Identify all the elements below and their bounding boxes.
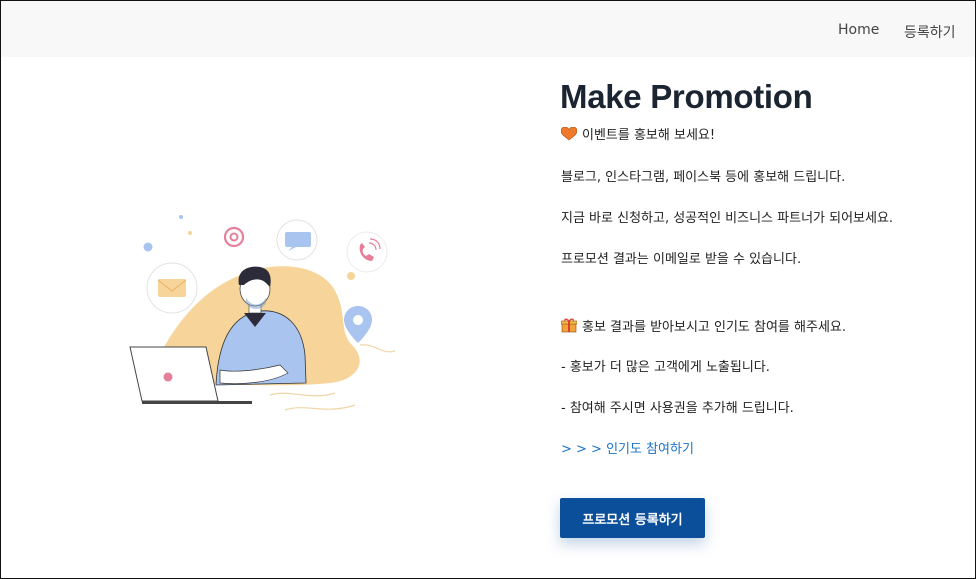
email-icon (146, 262, 198, 314)
chat-icon (276, 219, 318, 261)
decor-dot (188, 231, 192, 235)
popularity-text: 홍보 결과를 받아보시고 인기도 참여를 해주세요. (582, 320, 846, 335)
at-sign-icon (223, 226, 245, 248)
nav-home-link[interactable]: Home (838, 22, 879, 38)
register-promotion-button[interactable]: 프로모션 등록하기 (560, 498, 705, 538)
heart-icon (561, 127, 577, 141)
decor-dot (347, 272, 355, 280)
location-pin-icon (344, 306, 372, 343)
description-line-3: 프로모션 결과는 이메일로 받을 수 있습니다. (561, 252, 802, 267)
description-line-1: 블로그, 인스타그램, 페이스북 등에 홍보해 드립니다. (561, 170, 846, 185)
popularity-line: 홍보 결과를 받아보시고 인기도 참여를 해주세요. (561, 316, 846, 335)
benefit-line-1: - 홍보가 더 많은 고객에게 노출됩니다. (561, 360, 770, 375)
intro-text: 이벤트를 홍보해 보세요! (582, 128, 716, 143)
phone-icon (346, 231, 388, 273)
intro-line: 이벤트를 홍보해 보세요! (561, 124, 715, 143)
promotion-illustration (129, 215, 396, 411)
popularity-participate-link[interactable]: > > > 인기도 참여하기 (561, 438, 694, 457)
decor-dot (143, 242, 153, 252)
navbar: Home 등록하기 (1, 1, 975, 57)
benefit-line-2: - 참여해 주시면 사용권을 추가해 드립니다. (561, 401, 794, 416)
nav-register-link[interactable]: 등록하기 (904, 22, 956, 42)
gift-icon (561, 318, 577, 333)
decor-dot (213, 289, 217, 293)
decor-dot (179, 215, 183, 219)
page-title: Make Promotion (560, 78, 813, 115)
description-line-2: 지금 바로 신청하고, 성공적인 비즈니스 파트너가 되어보세요. (561, 211, 894, 226)
